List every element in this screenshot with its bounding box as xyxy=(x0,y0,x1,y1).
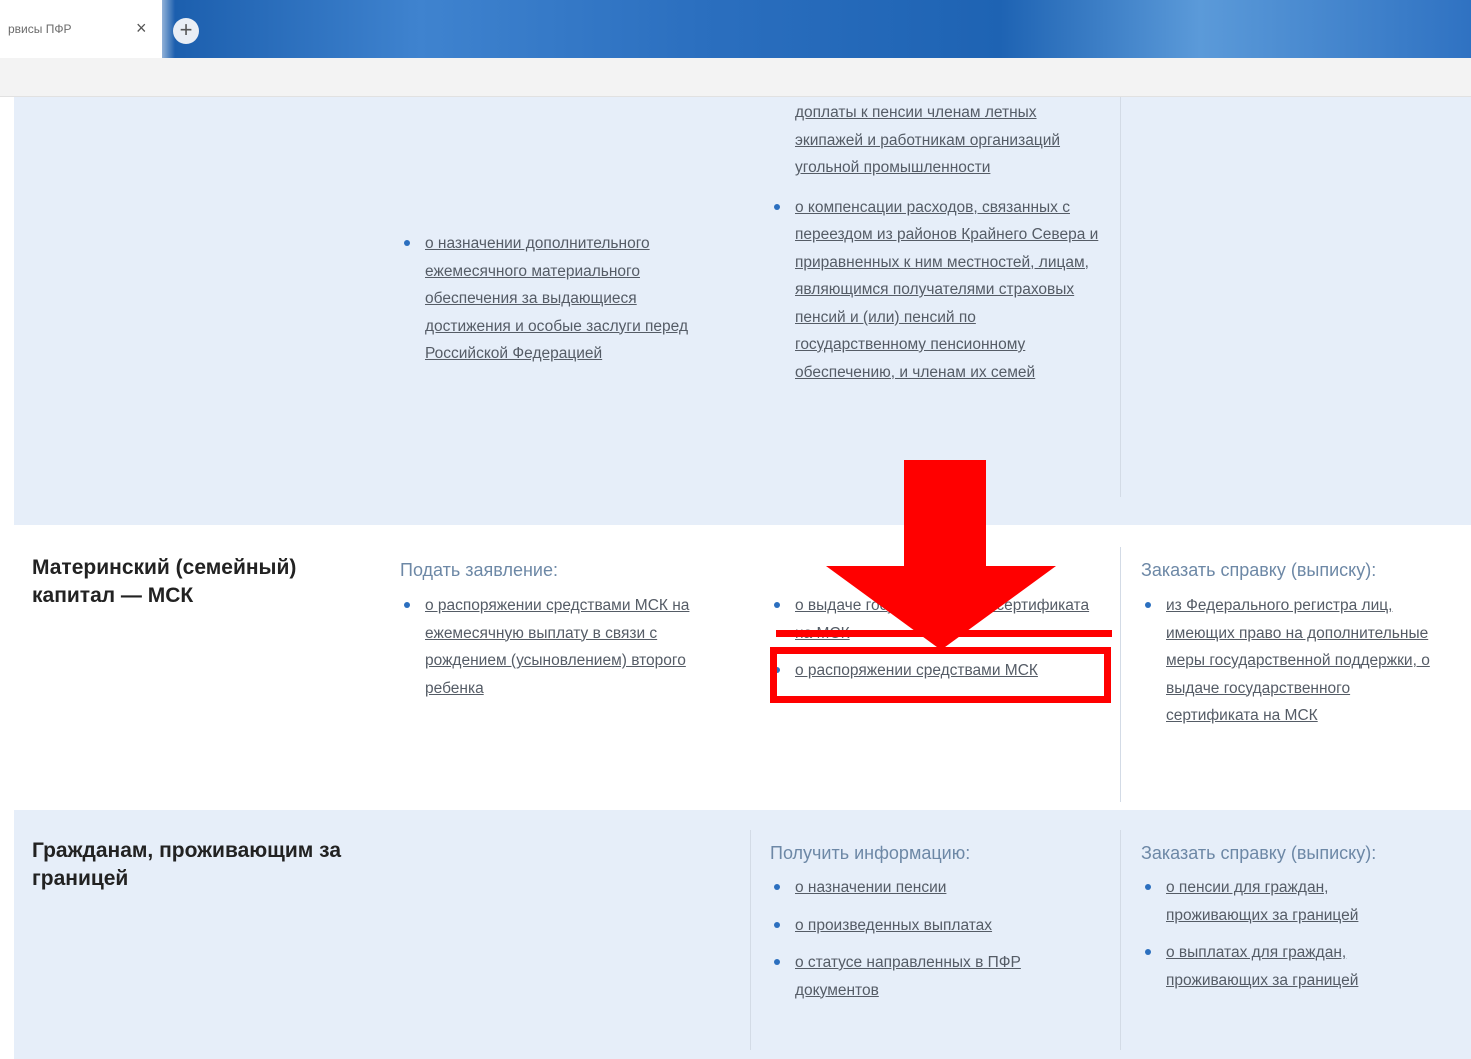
column-divider xyxy=(750,830,751,1050)
column-divider xyxy=(1120,830,1121,1050)
list-item: доплаты к пенсии членам летных экипажей … xyxy=(771,99,1101,182)
browser-tab-bar: рвисы ПФР × + xyxy=(0,0,1471,58)
link-list-order-abroad: о пенсии для граждан, проживающих за гра… xyxy=(1142,874,1432,1004)
tab-title: рвисы ПФР xyxy=(8,22,72,36)
annotation-red-line xyxy=(776,630,1112,637)
link-aircrew-coal-supplements[interactable]: доплаты к пенсии членам летных экипажей … xyxy=(795,104,1060,176)
list-item: о распоряжении средствами МСК на ежемеся… xyxy=(401,592,741,702)
list-item: о произведенных выплатах xyxy=(771,912,1091,940)
link-list-get-info: о назначении пенсии о произведенных выпл… xyxy=(771,874,1091,1014)
section-maternity-capital: Материнский (семейный) капитал — МСК Под… xyxy=(14,527,1471,807)
link-pension-abroad[interactable]: о пенсии для граждан, проживающих за гра… xyxy=(1166,879,1358,924)
link-payments-abroad[interactable]: о выплатах для граждан, проживающих за г… xyxy=(1166,944,1358,989)
red-arrow-down-icon xyxy=(826,460,1056,650)
link-payments-made[interactable]: о произведенных выплатах xyxy=(795,917,992,934)
section-pension-services: о назначении дополнительного ежемесячног… xyxy=(14,97,1471,525)
browser-tab[interactable]: рвисы ПФР × xyxy=(0,0,162,58)
link-list-col1: о назначении дополнительного ежемесячног… xyxy=(401,230,701,378)
new-tab-icon[interactable]: + xyxy=(173,18,199,44)
list-item: о компенсации расходов, связанных с пере… xyxy=(771,194,1101,387)
column-divider xyxy=(1120,547,1121,802)
link-msk-monthly-payment[interactable]: о распоряжении средствами МСК на ежемеся… xyxy=(425,597,689,697)
link-pension-assignment[interactable]: о назначении пенсии xyxy=(795,879,946,896)
list-item: о пенсии для граждан, проживающих за гра… xyxy=(1142,874,1432,929)
browser-toolbar xyxy=(0,58,1471,97)
link-list-apply: о распоряжении средствами МСК на ежемеся… xyxy=(401,592,741,712)
column-heading-order-statement: Заказать справку (выписку): xyxy=(1141,560,1377,580)
column-heading-apply: Подать заявление: xyxy=(400,560,558,580)
close-icon[interactable]: × xyxy=(136,18,147,39)
list-item: из Федерального регистра лиц, имеющих пр… xyxy=(1142,592,1442,730)
list-item: о назначении дополнительного ежемесячног… xyxy=(401,230,701,368)
link-relocation-compensation[interactable]: о компенсации расходов, связанных с пере… xyxy=(795,199,1098,381)
list-item: о назначении пенсии xyxy=(771,874,1091,902)
section-citizens-abroad: Гражданам, проживающим за границей Получ… xyxy=(14,810,1471,1059)
link-federal-register-extract[interactable]: из Федерального регистра лиц, имеющих пр… xyxy=(1166,597,1430,724)
column-heading-order-statement-abroad: Заказать справку (выписку): xyxy=(1141,843,1377,863)
list-item: о статусе направленных в ПФР документов xyxy=(771,949,1091,1004)
column-heading-get-info: Получить информацию: xyxy=(770,843,971,863)
list-item: о выплатах для граждан, проживающих за г… xyxy=(1142,939,1432,994)
link-additional-material-support[interactable]: о назначении дополнительного ежемесячног… xyxy=(425,235,688,362)
annotation-highlight-box xyxy=(770,647,1111,703)
link-list-order-msk: из Федерального регистра лиц, имеющих пр… xyxy=(1142,592,1442,740)
section-title-msk: Материнский (семейный) капитал — МСК xyxy=(32,556,297,607)
section-title-abroad: Гражданам, проживающим за границей xyxy=(32,839,342,890)
link-documents-status[interactable]: о статусе направленных в ПФР документов xyxy=(795,954,1021,999)
column-divider xyxy=(1120,97,1121,497)
link-list-col2: доплаты к пенсии членам летных экипажей … xyxy=(771,99,1101,396)
